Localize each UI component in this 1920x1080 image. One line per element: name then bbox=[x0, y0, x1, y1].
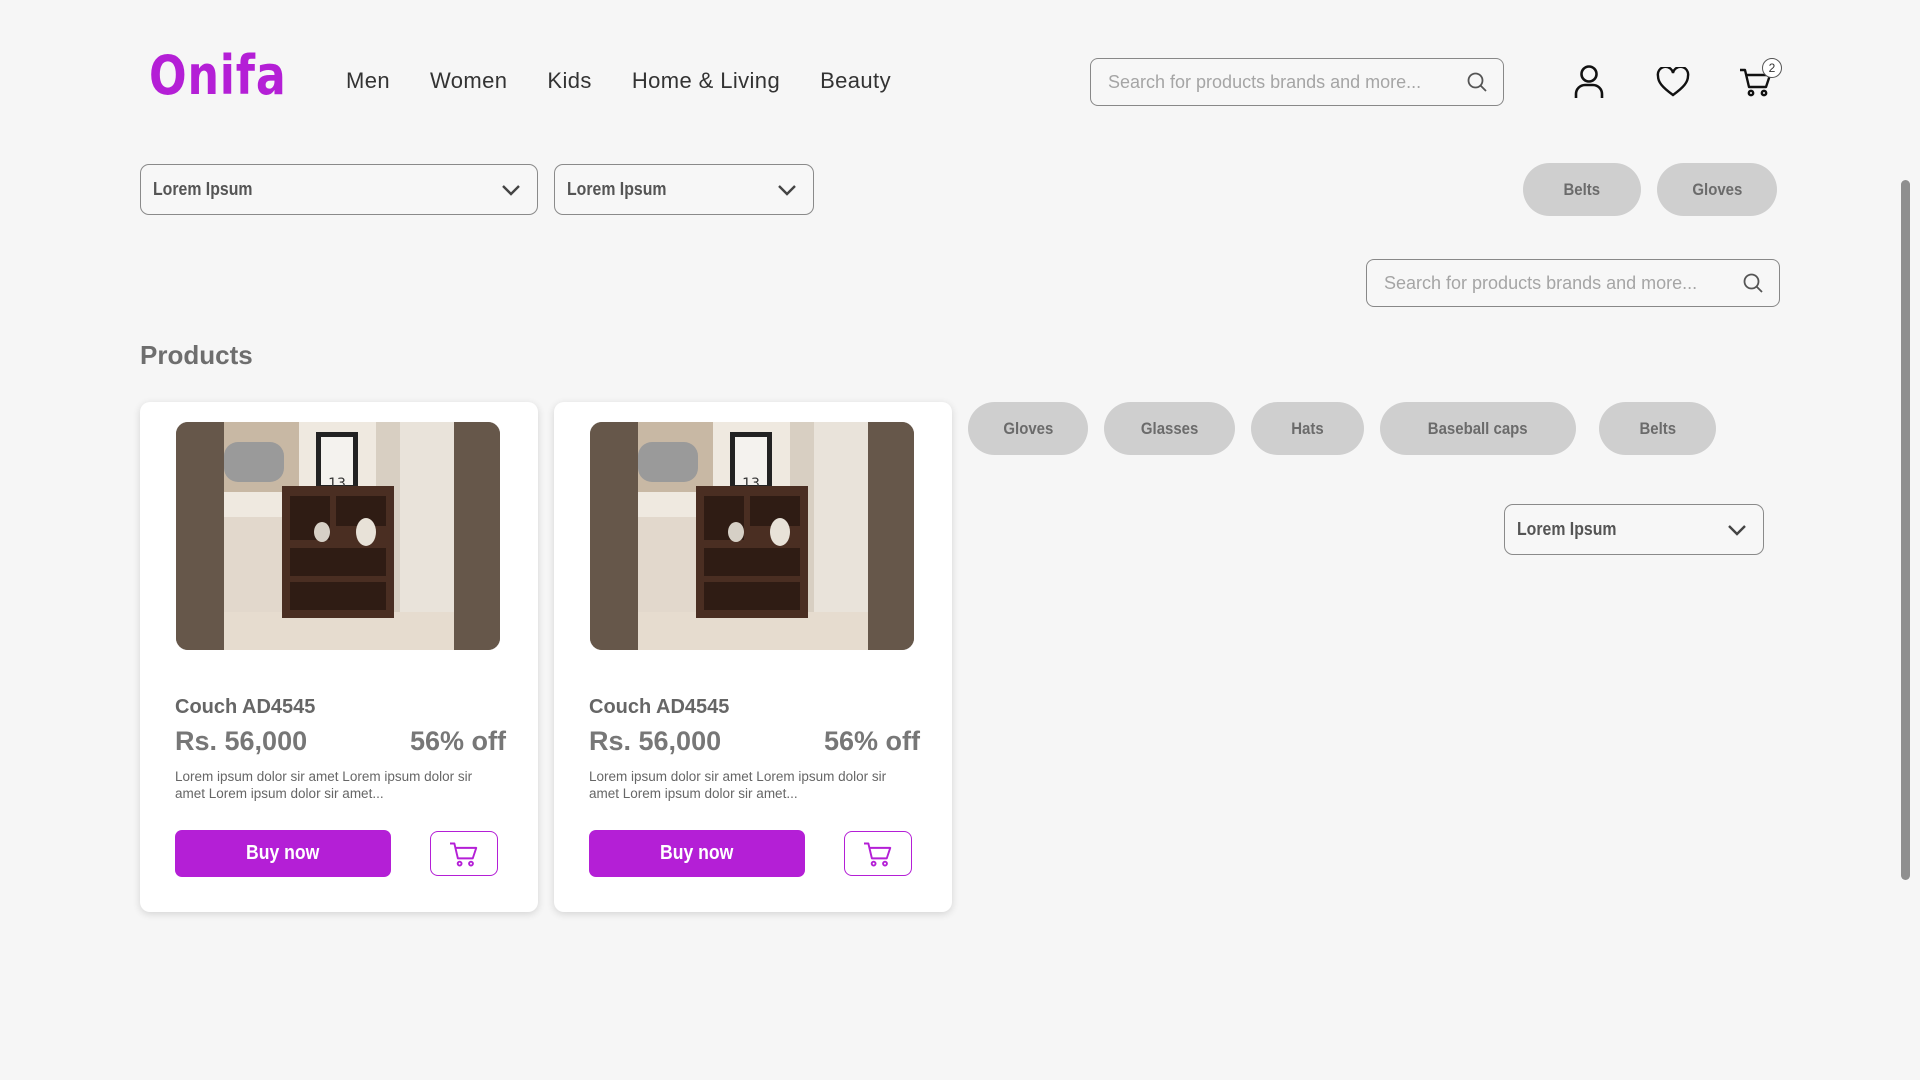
product-price: Rs. 56,000 bbox=[589, 726, 722, 756]
product-search-input[interactable] bbox=[1382, 271, 1741, 295]
dropdown-label: Lorem Ipsum bbox=[153, 179, 253, 199]
chip-label: Glasses bbox=[1140, 418, 1199, 438]
chip-hats[interactable]: Hats bbox=[1251, 402, 1364, 455]
product-discount: 56% off bbox=[409, 726, 506, 756]
chip-belts[interactable]: Belts bbox=[1523, 163, 1641, 216]
add-to-cart-button[interactable] bbox=[844, 831, 912, 876]
chip-baseball-caps[interactable]: Baseball caps bbox=[1380, 402, 1576, 455]
chip-glasses[interactable]: Glasses bbox=[1104, 402, 1235, 455]
product-card[interactable]: 13 Couch AD4545 Rs. 56,000 56% off Lorem… bbox=[140, 402, 538, 912]
cart-count-badge: 2 bbox=[1762, 58, 1782, 78]
buy-now-button[interactable]: Buy now bbox=[589, 830, 805, 877]
header-search-input[interactable] bbox=[1106, 70, 1465, 94]
page-scrollbar[interactable] bbox=[1901, 180, 1910, 880]
chevron-down-icon bbox=[502, 184, 520, 196]
chip-label: Belts bbox=[1639, 418, 1676, 438]
chevron-down-icon bbox=[1728, 524, 1746, 536]
cart-icon bbox=[864, 842, 892, 867]
filter-dropdown-2[interactable]: Lorem Ipsum bbox=[554, 164, 814, 215]
product-card[interactable]: 13 Couch AD4545 Rs. 56,000 56% off Lorem… bbox=[554, 402, 952, 912]
nav-item-women[interactable]: Women bbox=[430, 68, 507, 94]
product-description: Lorem ipsum dolor sir amet Lorem ipsum d… bbox=[589, 769, 887, 801]
chevron-down-icon bbox=[778, 184, 796, 196]
product-name[interactable]: Couch AD4545 bbox=[175, 696, 315, 719]
user-icon bbox=[1574, 65, 1604, 98]
search-icon[interactable] bbox=[1465, 70, 1489, 94]
chip-label: Baseball caps bbox=[1428, 418, 1528, 438]
buy-now-button[interactable]: Buy now bbox=[175, 830, 391, 877]
chip-label: Gloves bbox=[1692, 179, 1742, 199]
search-icon[interactable] bbox=[1741, 271, 1765, 295]
brand-logo[interactable]: Onifa bbox=[149, 44, 287, 107]
wishlist-button[interactable] bbox=[1654, 62, 1692, 102]
chip-label: Belts bbox=[1563, 179, 1601, 199]
account-button[interactable] bbox=[1570, 62, 1608, 102]
filter-dropdown-1[interactable]: Lorem Ipsum bbox=[140, 164, 538, 215]
dropdown-label: Lorem Ipsum bbox=[1517, 519, 1617, 539]
add-to-cart-button[interactable] bbox=[430, 831, 498, 876]
chip-belts[interactable]: Belts bbox=[1599, 402, 1716, 455]
product-description: Lorem ipsum dolor sir amet Lorem ipsum d… bbox=[175, 769, 473, 801]
product-search-bar bbox=[1366, 259, 1780, 307]
chip-label: Hats bbox=[1291, 418, 1324, 438]
nav-item-home-living[interactable]: Home & Living bbox=[632, 68, 780, 94]
section-title: Products bbox=[140, 340, 253, 370]
bedside-table-image: 13 bbox=[176, 422, 500, 650]
nav-item-men[interactable]: Men bbox=[346, 68, 390, 94]
buy-now-label: Buy now bbox=[246, 842, 320, 864]
product-image[interactable]: 13 bbox=[590, 422, 914, 650]
heart-icon bbox=[1656, 67, 1690, 97]
product-discount: 56% off bbox=[823, 726, 920, 756]
product-price: Rs. 56,000 bbox=[175, 726, 308, 756]
product-image[interactable]: 13 bbox=[176, 422, 500, 650]
buy-now-label: Buy now bbox=[660, 842, 734, 864]
bedside-table-image: 13 bbox=[590, 422, 914, 650]
chip-gloves[interactable]: Gloves bbox=[968, 402, 1088, 455]
cart-button[interactable]: 2 bbox=[1736, 58, 1782, 102]
dropdown-label: Lorem Ipsum bbox=[567, 179, 667, 199]
main-nav: Men Women Kids Home & Living Beauty bbox=[346, 68, 891, 94]
header-search-bar bbox=[1090, 58, 1504, 106]
product-name[interactable]: Couch AD4545 bbox=[589, 696, 729, 719]
sort-dropdown[interactable]: Lorem Ipsum bbox=[1504, 504, 1764, 555]
nav-item-beauty[interactable]: Beauty bbox=[820, 68, 891, 94]
chip-label: Gloves bbox=[1003, 418, 1053, 438]
nav-item-kids[interactable]: Kids bbox=[547, 68, 591, 94]
chip-gloves[interactable]: Gloves bbox=[1657, 163, 1777, 216]
cart-icon bbox=[450, 842, 478, 867]
